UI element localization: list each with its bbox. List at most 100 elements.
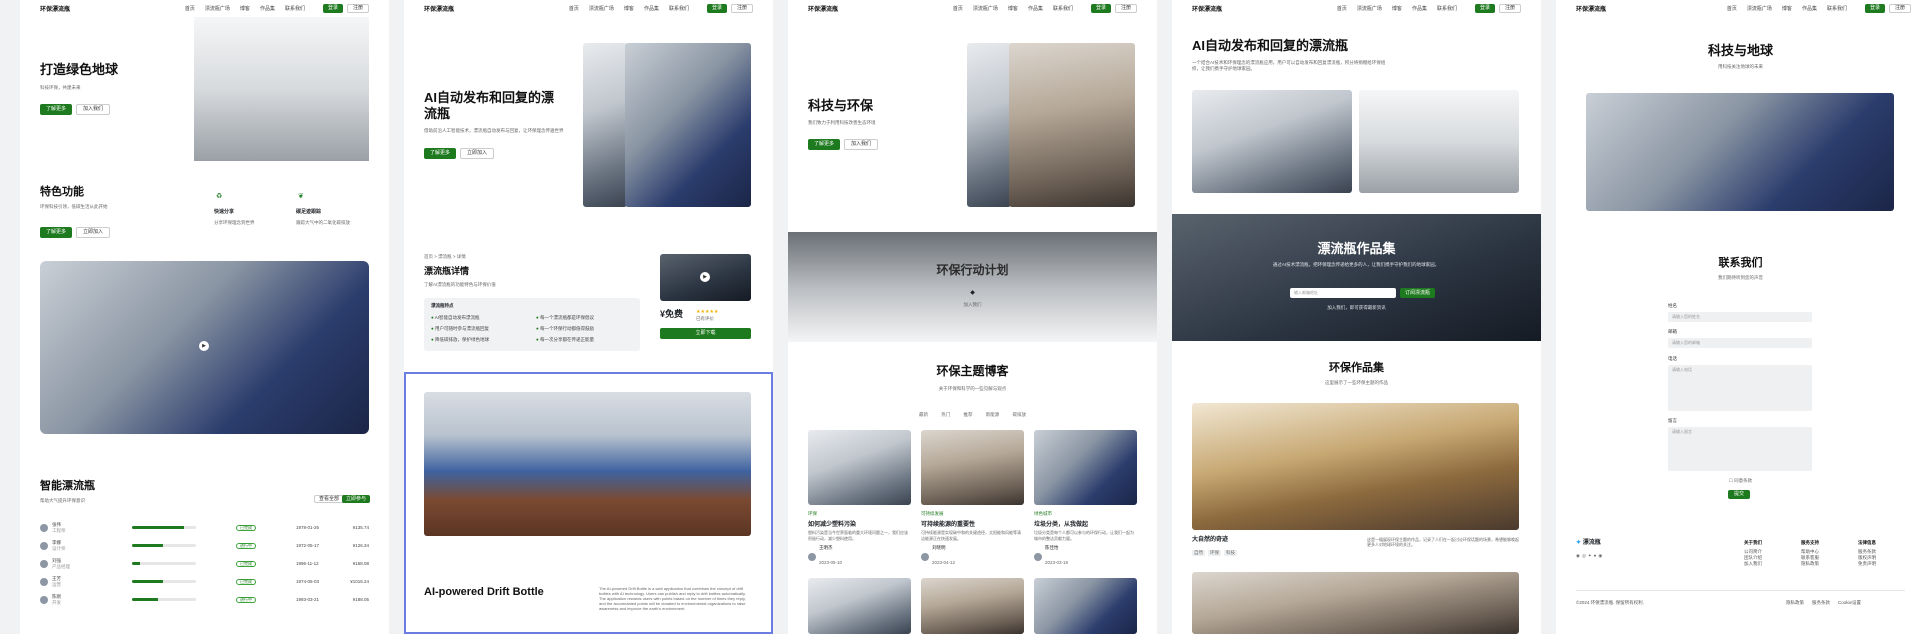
nav-link-square[interactable]: 漂流瓶广场 [1357,5,1382,12]
nav-link-portfolio[interactable]: 作品集 [260,5,275,12]
join-button[interactable]: 加入我们 [76,104,111,115]
table-row[interactable]: 陈刚 开发 进行中 1993-03-21 ¥188.05 [40,593,369,606]
brand-logo[interactable]: 环保漂流瓶 [424,4,454,13]
nav-link-blog[interactable]: 博客 [1392,5,1402,12]
nav-link-home[interactable]: 首页 [1727,5,1737,12]
nav-link-home[interactable]: 首页 [569,5,579,12]
register-button[interactable]: 注册 [346,4,369,13]
register-button[interactable]: 注册 [1498,4,1521,13]
login-button[interactable]: 登录 [1864,4,1885,13]
blog-card[interactable]: 可持续发展 可持续能源的重要性 可持续能源是实现碳中和的关键途径，太阳能和风能等… [921,430,1024,569]
blog-image[interactable] [921,578,1024,634]
footer-link[interactable]: Cookie设置 [1838,600,1861,606]
nav-link-contact[interactable]: 联系我们 [1437,5,1457,12]
tab-carbon[interactable]: 碳排放 [1013,412,1027,417]
tab-new-energy[interactable]: 新能源 [986,412,1000,417]
subscribe-button[interactable]: 订阅漂流瓶 [1400,288,1436,298]
phone-field[interactable]: 请输入电话 [1668,365,1812,411]
register-button[interactable]: 注册 [1888,4,1911,13]
login-button[interactable]: 登录 [1474,4,1495,13]
message-field[interactable]: 请输入留言 [1668,427,1812,471]
nav-link-square[interactable]: 漂流瓶广场 [1747,5,1772,12]
chevron-down-icon[interactable]: ◆ [788,290,1157,298]
nav-link-portfolio[interactable]: 作品集 [1802,5,1817,12]
breadcrumb-home[interactable]: 首页 [424,254,433,259]
nav-link-home[interactable]: 首页 [185,5,195,12]
footer-brand: ✦ 漂流瓶 [1576,540,1601,546]
learn-more-button[interactable]: 了解更多 [424,148,457,159]
footer-link[interactable]: 免责声明 [1858,561,1876,567]
brand-logo[interactable]: 环保漂流瓶 [40,4,70,13]
nav-link-contact[interactable]: 联系我们 [669,5,689,12]
register-button[interactable]: 注册 [730,4,753,13]
tab-latest[interactable]: 最新 [919,412,928,417]
play-icon[interactable]: ▶ [700,272,710,282]
brand-logo[interactable]: 环保漂流瓶 [808,4,838,13]
blog-excerpt: 垃圾分类是每个人都可以参与的环保行动，让我们一起为城市的整洁贡献力量。 [1034,530,1134,541]
join-button[interactable]: 立即加入 [460,148,495,159]
email-input[interactable]: 输入邮箱地址 [1290,288,1396,298]
blog-image[interactable] [808,578,911,634]
hero-subtitle: 我们致力于利用科技改善生态环境 [808,120,876,125]
table-row[interactable]: 王芳 运营 已完成 1974-05-03 ¥1015.24 [40,575,369,588]
footer-link[interactable]: 隐私政策 [1801,561,1819,567]
download-button[interactable]: 立即下载 [660,328,751,339]
login-button[interactable]: 登录 [706,4,727,13]
login-button[interactable]: 登录 [1090,4,1111,13]
work-desc: 这是一幅展现环保主题的作品，记录了人们在一起讨论环保话题的场景，希望能够唤起更多… [1367,537,1519,547]
submit-button[interactable]: 提交 [1728,490,1751,499]
learn-more-button[interactable]: 了解更多 [808,139,841,150]
nav-link-blog[interactable]: 博客 [624,5,634,12]
work-image[interactable] [1192,572,1519,634]
play-icon[interactable]: ▶ [199,341,209,351]
login-button[interactable]: 登录 [322,4,343,13]
nav-link-home[interactable]: 首页 [953,5,963,12]
blog-card[interactable]: 绿色城市 垃圾分类，从我做起 垃圾分类是每个人都可以参与的环保行动，让我们一起为… [1034,430,1137,569]
nav-link-home[interactable]: 首页 [1337,5,1347,12]
blog-card[interactable]: 环保 如何减少塑料污染 塑料污染是当今世界面临的重大环境问题之一，我们应该积极行… [808,430,911,569]
table-row[interactable]: 李娜 设计师 进行中 1972-05-17 ¥126.34 [40,539,369,552]
tag-badge[interactable]: 环保 [1208,550,1221,556]
tag-badge[interactable]: 科技 [1224,550,1237,556]
nav-link-square[interactable]: 漂流瓶广场 [589,5,614,12]
nav-link-portfolio[interactable]: 作品集 [644,5,659,12]
nav-link-blog[interactable]: 博客 [1782,5,1792,12]
page-card-5: 环保漂流瓶 首页 漂流瓶广场 博客 作品集 联系我们 登录 注册 科技与地球 用… [1556,0,1931,634]
join-now-button[interactable]: 立即参与 [342,495,371,503]
features-join-button[interactable]: 立即加入 [76,227,111,238]
hero-title: 打造绿色地球 [40,62,119,77]
brand-logo[interactable]: 环保漂流瓶 [1192,4,1222,13]
brand-logo[interactable]: 环保漂流瓶 [1576,4,1606,13]
nav-link-portfolio[interactable]: 作品集 [1028,5,1043,12]
name-field[interactable]: 请输入您的姓名 [1668,312,1812,322]
learn-more-button[interactable]: 了解更多 [40,104,73,115]
join-button[interactable]: 加入我们 [844,139,879,150]
features-learn-more-button[interactable]: 了解更多 [40,227,73,238]
tag-badge[interactable]: 自然 [1192,550,1205,556]
product-card[interactable]: AI-powered Drift Bottle The AI-powered D… [404,372,773,634]
work-image[interactable] [1192,403,1519,530]
nav-link-portfolio[interactable]: 作品集 [1412,5,1427,12]
register-button[interactable]: 注册 [1114,4,1137,13]
weibo-icon[interactable]: ◉ [1598,553,1604,558]
tab-hot[interactable]: 热门 [941,412,950,417]
nav-link-square[interactable]: 漂流瓶广场 [973,5,998,12]
agree-checkbox[interactable]: ☐ 同意条款 [1556,478,1925,484]
blog-image[interactable] [1034,578,1137,634]
nav-link-blog[interactable]: 博客 [1008,5,1018,12]
nav-link-contact[interactable]: 联系我们 [1053,5,1073,12]
table-row[interactable]: 刘强 产品经理 已完成 1996-11-12 ¥168.08 [40,557,369,570]
nav-link-square[interactable]: 漂流瓶广场 [205,5,230,12]
footer-link[interactable]: 隐私政策 [1786,600,1804,606]
email-field[interactable]: 请输入您的邮箱 [1668,338,1812,348]
nav-link-blog[interactable]: 博客 [240,5,250,12]
view-all-button[interactable]: 查看全部 [314,495,345,503]
table-row[interactable]: 张伟 工程师 已完成 1978-01-26 ¥135.74 [40,521,369,534]
footer-link[interactable]: 服务条款 [1812,600,1830,606]
footer-link[interactable]: 加入我们 [1744,561,1762,567]
tab-recommended[interactable]: 推荐 [964,412,973,417]
nav-link-contact[interactable]: 联系我们 [285,5,305,12]
breadcrumb-bottle[interactable]: 漂流瓶 [438,254,452,259]
feature1-title: 快速分享 [214,209,235,215]
nav-link-contact[interactable]: 联系我们 [1827,5,1847,12]
